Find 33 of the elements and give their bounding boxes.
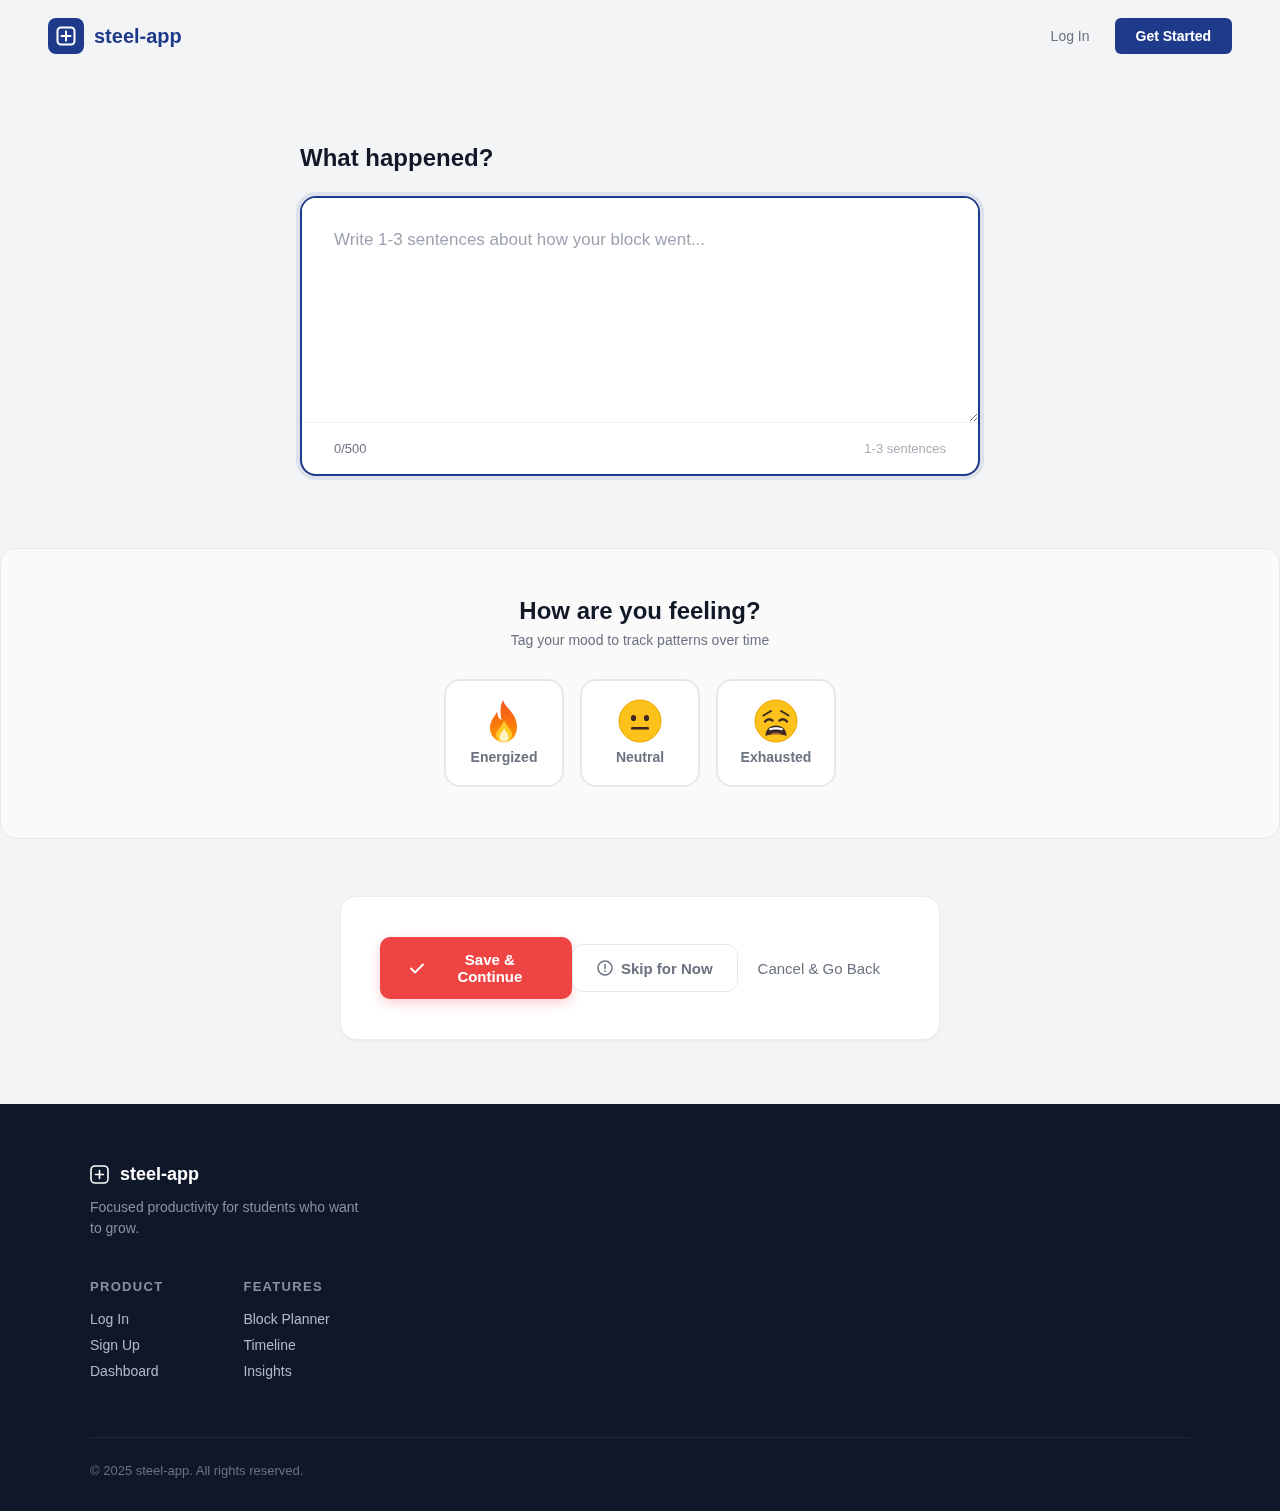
logo-icon (48, 18, 84, 54)
login-link[interactable]: Log In (1038, 20, 1102, 52)
text-entry-field[interactable]: Write 1-3 sentences about how your block went... 0/500 1-3 sentences (300, 196, 980, 476)
cancel-button[interactable]: Cancel & Go Back (737, 944, 901, 992)
copyright-text: © 2025 steel-app. All rights reserved. (90, 1462, 304, 1480)
mood-option[interactable]: Exhausted (716, 679, 836, 787)
save-button[interactable]: Save & Continue (379, 937, 572, 999)
brand-name: steel-app (94, 24, 182, 48)
length-hint: 1-3 sentences (864, 441, 946, 456)
reflection-field[interactable]: Write 1-3 sentences about how your block went... (302, 198, 978, 422)
character-count: 0/500 (334, 441, 367, 456)
alert-circle-icon (596, 960, 613, 976)
get-started-button[interactable]: Get Started (1114, 18, 1232, 54)
footer-link[interactable]: Sign Up (90, 1335, 140, 1355)
mood-option[interactable]: Neutral (580, 679, 700, 787)
section-title: What happened? (300, 143, 495, 173)
weary-face-icon (754, 699, 798, 743)
check-icon (409, 962, 424, 974)
footer-column-heading: PRODUCT (90, 1279, 164, 1295)
footer-link[interactable]: Insights (243, 1361, 292, 1381)
skip-button[interactable]: Skip for Now (571, 944, 738, 992)
footer-link[interactable]: Dashboard (90, 1361, 159, 1381)
mood-subtitle: Tag your mood to track patterns over time (510, 631, 770, 650)
neutral-face-icon (618, 699, 662, 743)
footer-link[interactable]: Block Planner (243, 1309, 330, 1329)
footer-tagline: Focused productivity for students who want to grow. (90, 1198, 360, 1238)
footer-link[interactable]: Log In (90, 1309, 129, 1329)
mood-title: How are you feeling? (519, 596, 761, 626)
footer-column-heading: FEATURES (243, 1279, 324, 1295)
footer-link[interactable]: Timeline (243, 1335, 296, 1355)
footer-brand-name: steel-app (120, 1163, 200, 1185)
logo-icon (90, 1164, 109, 1184)
mood-option[interactable]: Energized (444, 679, 564, 787)
